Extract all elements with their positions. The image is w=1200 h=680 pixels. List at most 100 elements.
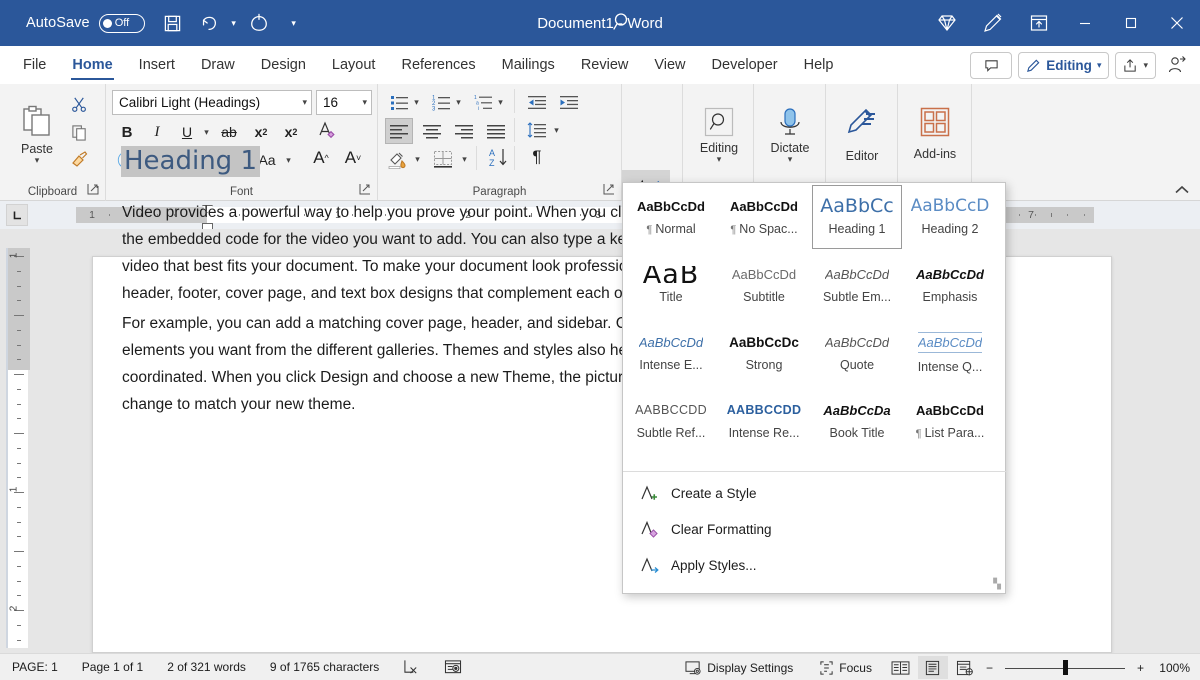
status-page-indicator[interactable]: PAGE: 1 bbox=[0, 654, 70, 680]
close-icon[interactable] bbox=[1154, 0, 1200, 46]
grow-font-button[interactable]: A^ bbox=[308, 146, 334, 170]
draw-pen-icon[interactable] bbox=[970, 0, 1016, 46]
minimize-icon[interactable] bbox=[1062, 0, 1108, 46]
style-item-heading-2[interactable]: AaBbCcDHeading 2 bbox=[905, 185, 995, 249]
style-item-intense-re[interactable]: AABBCCDDIntense Re... bbox=[719, 389, 809, 453]
editing-button[interactable]: Editing ▾ bbox=[683, 88, 755, 180]
autosave-toggle[interactable]: Off bbox=[99, 14, 145, 33]
dictate-button[interactable]: Dictate ▾ bbox=[754, 88, 826, 180]
bullets-dropdown-icon[interactable]: ▾ bbox=[410, 90, 423, 114]
redo-icon[interactable] bbox=[241, 5, 277, 41]
tab-draw[interactable]: Draw bbox=[188, 46, 248, 84]
sort-button[interactable]: A Z bbox=[486, 145, 512, 169]
numbering-dropdown-icon[interactable]: ▾ bbox=[452, 90, 465, 114]
focus-button[interactable]: Focus bbox=[807, 654, 884, 680]
copilot-diamond-icon[interactable] bbox=[924, 0, 970, 46]
search-icon[interactable] bbox=[612, 11, 634, 38]
chevron-down-icon[interactable]: ▾ bbox=[788, 155, 793, 163]
style-item-list-para[interactable]: AaBbCcDd¶ List Para... bbox=[905, 389, 995, 453]
style-item-intense-e[interactable]: AaBbCcDdIntense E... bbox=[626, 321, 716, 385]
borders-button[interactable] bbox=[430, 147, 456, 171]
superscript-button[interactable]: x2 bbox=[278, 120, 304, 144]
chevron-down-icon[interactable]: ▾ bbox=[298, 97, 307, 108]
create-a-style-item[interactable]: Create a Style bbox=[623, 475, 1007, 511]
document-heading[interactable]: Heading 1 bbox=[121, 146, 260, 177]
clear-formatting-item[interactable]: Clear Formatting bbox=[623, 511, 1007, 547]
style-item-quote[interactable]: AaBbCcDdQuote bbox=[812, 321, 902, 385]
status-page-of[interactable]: Page 1 of 1 bbox=[70, 654, 155, 680]
subscript-button[interactable]: x2 bbox=[248, 120, 274, 144]
chevron-down-icon[interactable]: ▾ bbox=[1097, 60, 1102, 71]
tab-view[interactable]: View bbox=[641, 46, 698, 84]
tab-home[interactable]: Home bbox=[59, 46, 125, 84]
style-item-title[interactable]: AaBTitle bbox=[626, 253, 716, 317]
line-spacing-button[interactable] bbox=[524, 118, 550, 142]
zoom-level-label[interactable]: 100% bbox=[1150, 661, 1190, 675]
style-item-emphasis[interactable]: AaBbCcDdEmphasis bbox=[905, 253, 995, 317]
coauthor-icon[interactable] bbox=[1162, 50, 1192, 80]
clear-formatting-button[interactable] bbox=[314, 118, 340, 142]
tab-insert[interactable]: Insert bbox=[126, 46, 188, 84]
italic-button[interactable]: I bbox=[144, 120, 170, 144]
tab-references[interactable]: References bbox=[388, 46, 488, 84]
style-item-subtle-ref[interactable]: AABBCCDDSubtle Ref... bbox=[626, 389, 716, 453]
print-layout-button[interactable] bbox=[918, 656, 948, 679]
align-right-button[interactable] bbox=[450, 118, 478, 144]
increase-indent-button[interactable] bbox=[556, 90, 582, 114]
zoom-slider[interactable] bbox=[1005, 660, 1125, 676]
chevron-down-icon[interactable]: ▾ bbox=[717, 155, 722, 163]
shading-dropdown-icon[interactable]: ▾ bbox=[411, 147, 424, 171]
undo-icon[interactable] bbox=[191, 5, 227, 41]
read-mode-button[interactable] bbox=[886, 656, 916, 679]
justify-button[interactable] bbox=[482, 118, 510, 144]
tab-developer[interactable]: Developer bbox=[699, 46, 791, 84]
align-center-button[interactable] bbox=[418, 118, 446, 144]
line-spacing-dropdown-icon[interactable]: ▾ bbox=[550, 118, 563, 142]
format-painter-button[interactable] bbox=[66, 147, 92, 171]
proofing-errors-button[interactable] bbox=[391, 654, 432, 680]
copy-button[interactable] bbox=[66, 120, 92, 144]
shrink-font-button[interactable]: A˅ bbox=[340, 146, 366, 170]
style-item-book-title[interactable]: AaBbCcDaBook Title bbox=[812, 389, 902, 453]
shading-button[interactable] bbox=[385, 147, 411, 171]
font-name-combo[interactable]: Calibri Light (Headings) ▾ bbox=[112, 90, 312, 115]
bold-button[interactable]: B bbox=[114, 120, 140, 144]
chevron-down-icon[interactable]: ▾ bbox=[1143, 60, 1148, 71]
share-button[interactable]: ▾ bbox=[1115, 52, 1156, 79]
zoom-thumb[interactable] bbox=[1063, 660, 1068, 675]
cut-button[interactable] bbox=[66, 92, 92, 116]
zoom-out-button[interactable]: − bbox=[982, 654, 997, 680]
status-word-count[interactable]: 2 of 321 words bbox=[155, 654, 258, 680]
present-icon[interactable] bbox=[1016, 0, 1062, 46]
display-settings-button[interactable]: Display Settings bbox=[673, 654, 805, 680]
numbering-button[interactable]: 1 2 3 bbox=[428, 90, 454, 114]
accessibility-button[interactable] bbox=[432, 654, 474, 680]
style-item-intense-q[interactable]: AaBbCcDdIntense Q... bbox=[905, 321, 995, 385]
undo-dropdown-icon[interactable]: ▾ bbox=[227, 18, 241, 29]
editing-mode-button[interactable]: Editing ▾ bbox=[1018, 52, 1109, 79]
zoom-in-button[interactable]: + bbox=[1133, 654, 1148, 680]
show-paragraph-marks-button[interactable]: ¶ bbox=[524, 145, 550, 169]
tab-help[interactable]: Help bbox=[791, 46, 847, 84]
underline-button[interactable]: U bbox=[174, 120, 200, 144]
apply-styles-item[interactable]: Apply Styles... bbox=[623, 547, 1007, 583]
style-item-heading-1[interactable]: AaBbCcHeading 1 bbox=[812, 185, 902, 249]
vertical-ruler[interactable]: 1 1 2 bbox=[6, 248, 28, 648]
strikethrough-button[interactable]: ab bbox=[216, 120, 242, 144]
multilevel-list-button[interactable]: 1 a i bbox=[470, 90, 496, 114]
style-item-subtle-em[interactable]: AaBbCcDdSubtle Em... bbox=[812, 253, 902, 317]
maximize-icon[interactable] bbox=[1108, 0, 1154, 46]
borders-dropdown-icon[interactable]: ▾ bbox=[458, 147, 471, 171]
decrease-indent-button[interactable] bbox=[524, 90, 550, 114]
change-case-dropdown-icon[interactable]: ▾ bbox=[282, 148, 295, 172]
font-size-combo[interactable]: 16 ▾ bbox=[316, 90, 372, 115]
paste-button[interactable]: Paste ▾ bbox=[8, 90, 66, 178]
status-char-count[interactable]: 9 of 1765 characters bbox=[258, 654, 391, 680]
resize-grip-icon[interactable]: ▚ bbox=[993, 579, 1001, 590]
save-icon[interactable] bbox=[155, 5, 191, 41]
underline-dropdown-icon[interactable]: ▾ bbox=[200, 120, 213, 144]
web-layout-button[interactable] bbox=[950, 656, 980, 679]
tab-file[interactable]: File bbox=[10, 46, 59, 84]
style-item-normal[interactable]: AaBbCcDd¶ Normal bbox=[626, 185, 716, 249]
addins-button[interactable]: Add-ins bbox=[898, 88, 972, 180]
